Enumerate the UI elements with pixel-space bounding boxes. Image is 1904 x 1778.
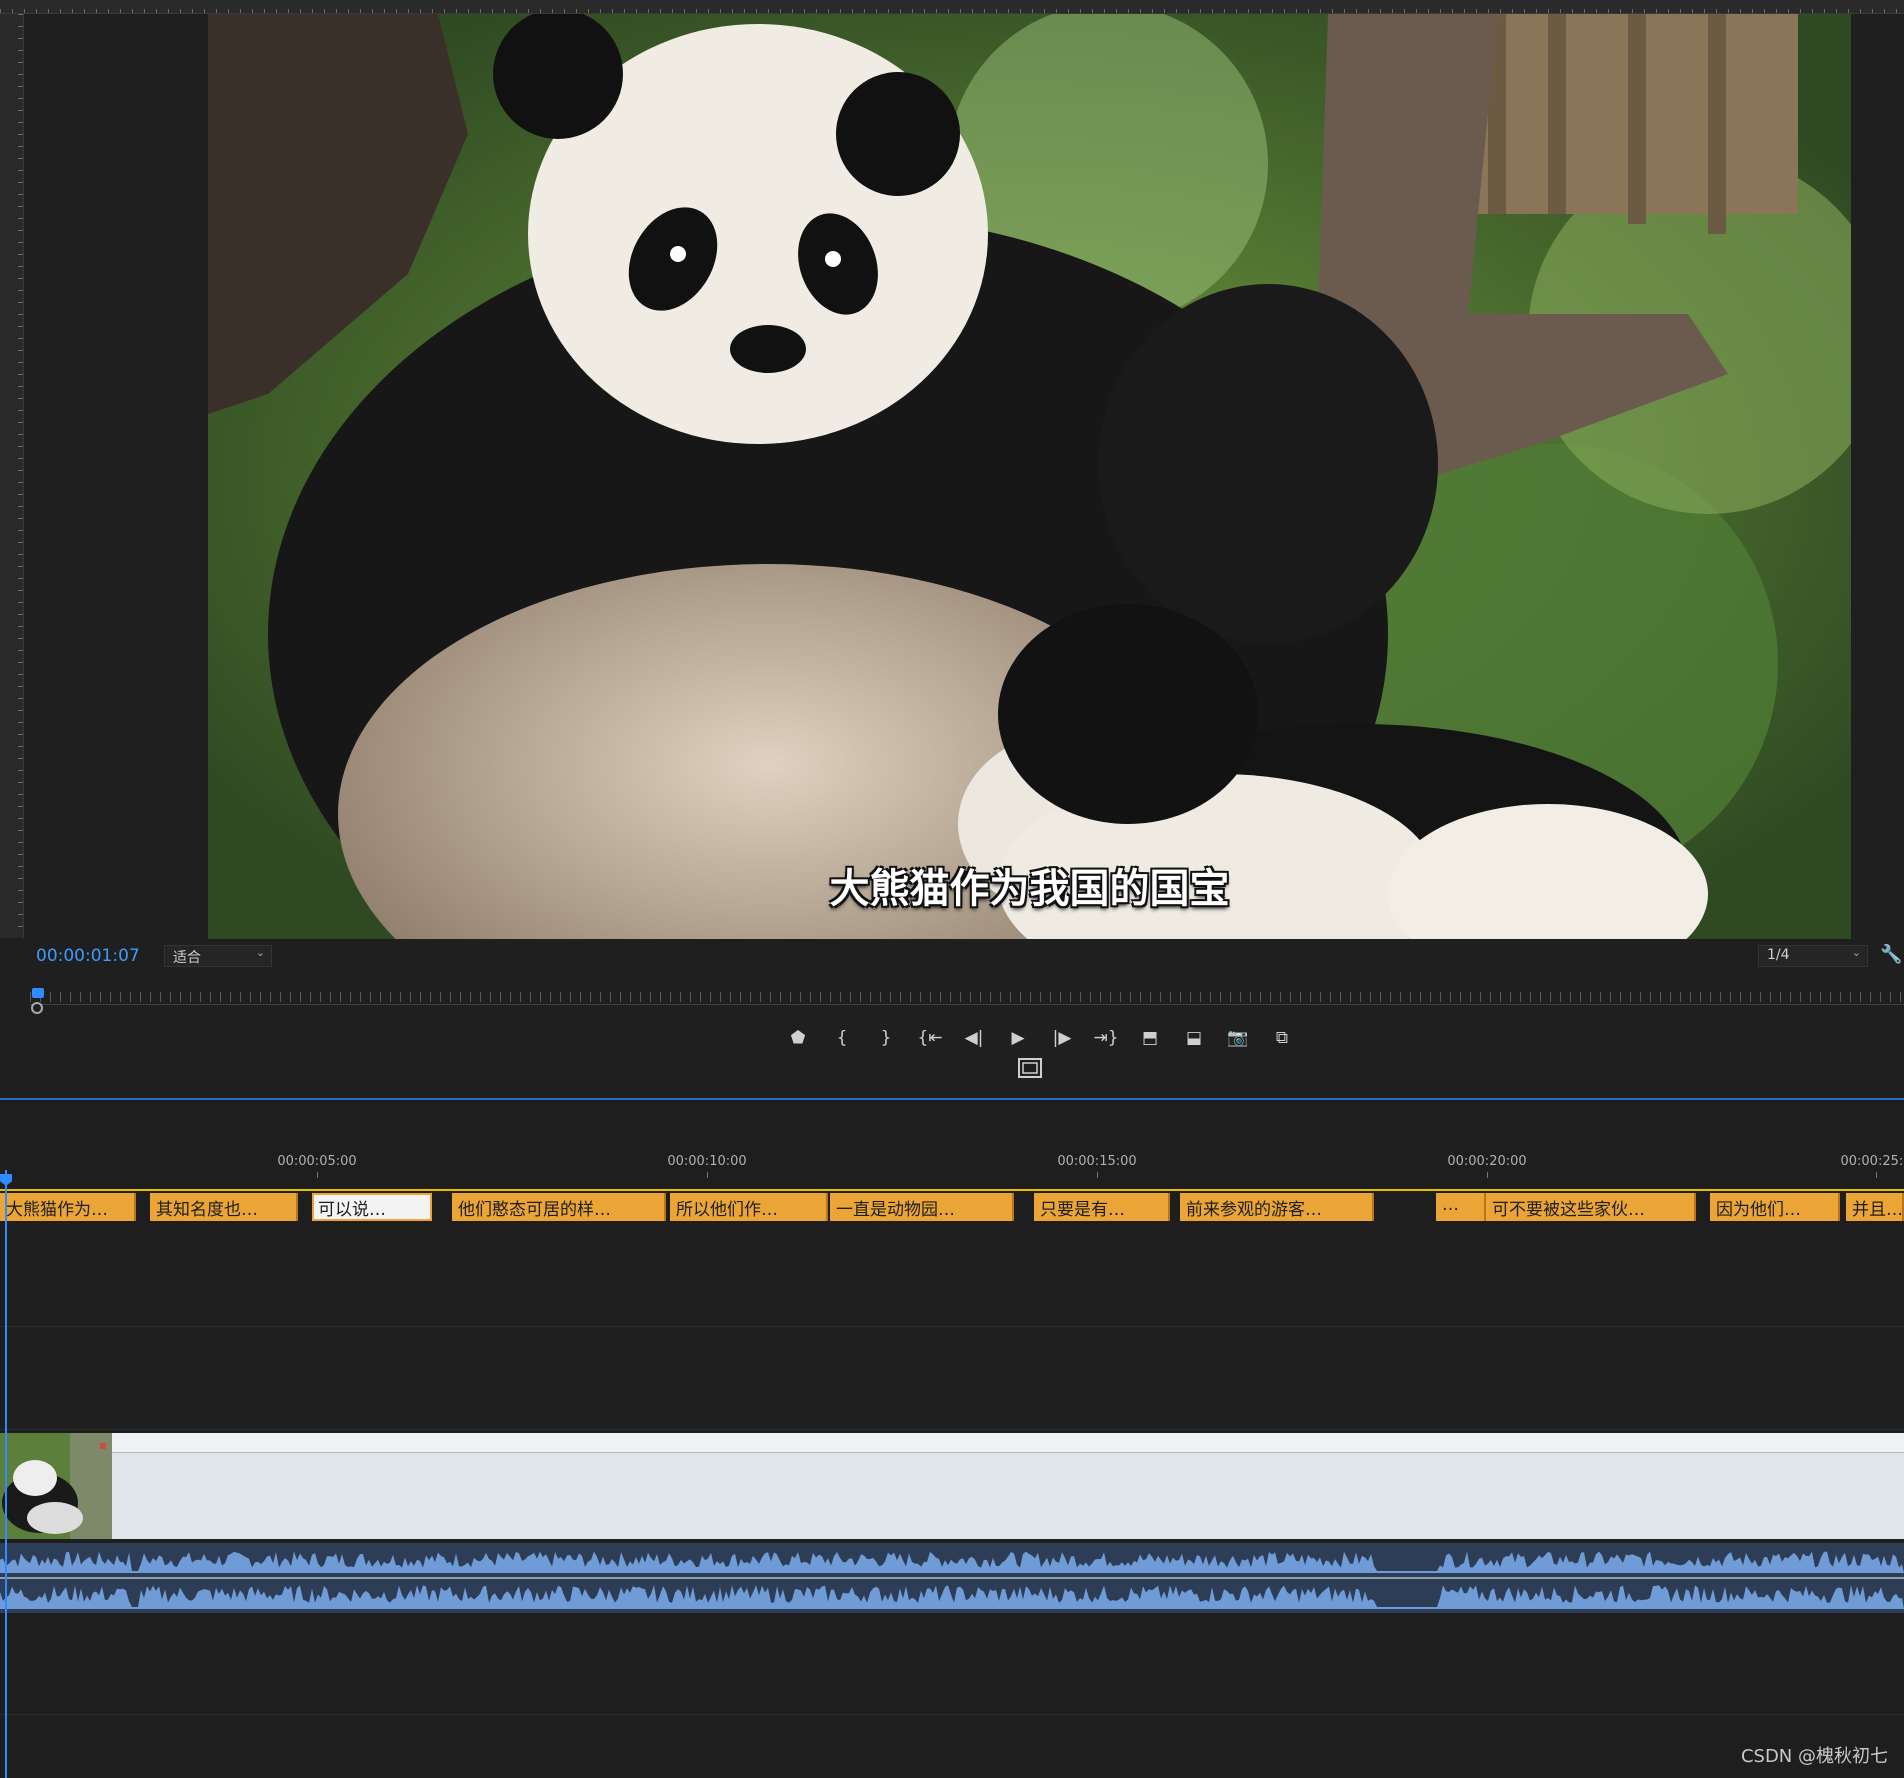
zoom-handle[interactable] bbox=[31, 1002, 43, 1014]
extract-icon: ⬓ bbox=[1185, 1028, 1203, 1048]
panda-thumbnail-image bbox=[0, 1433, 112, 1539]
safe-margins-button[interactable] bbox=[1018, 1058, 1044, 1080]
lift-button[interactable]: ⬒ bbox=[1132, 1023, 1168, 1053]
compare-view-button[interactable]: ⧉ bbox=[1264, 1023, 1300, 1053]
ruler-time-label: 00:00:05:00 bbox=[277, 1154, 357, 1169]
caption-clip[interactable]: 其知名度也… bbox=[150, 1193, 298, 1221]
caption-clip[interactable]: 只要是有… bbox=[1034, 1193, 1170, 1221]
vertical-ruler bbox=[0, 14, 24, 938]
horizontal-ruler bbox=[0, 0, 1904, 14]
play-button[interactable]: ▶ bbox=[1000, 1023, 1036, 1053]
caption-clip[interactable]: 他们憨态可居的样… bbox=[452, 1193, 666, 1221]
caption-clip[interactable]: 可以说… bbox=[312, 1193, 432, 1221]
caption-clip[interactable]: 大熊猫作为… bbox=[0, 1193, 136, 1221]
program-monitor: 大熊猫作为我国的国宝 00:00:01:07 适合 ⌄ 1/4 ⌄ 🔧 ⬟ {} {… bbox=[0, 0, 1904, 1098]
waveform-channel bbox=[0, 1551, 1904, 1573]
watermark: CSDN @槐秋初七 bbox=[1740, 1746, 1888, 1767]
caption-track: 大熊猫作为… 其知名度也… 可以说… 他们憨态可居的样… 所以他们作… 一直是动物园… 只要… bbox=[0, 1189, 1904, 1223]
timeline-panel: 00:00:05:00 00:00:10:00 00:00:15:00 00:00:2… bbox=[0, 1100, 1904, 1778]
playback-resolution-select[interactable]: 1/4 ⌄ bbox=[1758, 945, 1868, 967]
mark-out-icon: } bbox=[880, 1028, 892, 1048]
ruler-time-label: 00:00:15:00 bbox=[1057, 1154, 1137, 1169]
scrub-playhead[interactable] bbox=[32, 988, 44, 998]
caption-clip[interactable]: 可不要被这些家伙… bbox=[1486, 1193, 1696, 1221]
playhead-timecode[interactable]: 00:00:01:07 bbox=[36, 946, 140, 966]
ruler-tick bbox=[707, 1172, 708, 1178]
go-to-out-icon: ⇥} bbox=[1093, 1028, 1119, 1048]
chevron-down-icon: ⌄ bbox=[255, 946, 265, 959]
ruler-tick bbox=[1097, 1172, 1098, 1178]
go-to-in-icon: {⇤ bbox=[917, 1028, 943, 1048]
step-back-icon: ◀| bbox=[964, 1028, 984, 1048]
play-icon: ▶ bbox=[1011, 1028, 1025, 1048]
playback-resolution-value: 1/4 bbox=[1767, 947, 1790, 963]
video-subtitle: 大熊猫作为我国的国宝 bbox=[829, 866, 1230, 912]
add-marker-icon: ⬟ bbox=[790, 1028, 806, 1048]
safe-margins-icon bbox=[1018, 1058, 1042, 1078]
video-clip-thumbnail bbox=[0, 1433, 112, 1539]
chevron-down-icon: ⌄ bbox=[1851, 946, 1861, 959]
zoom-level-value: 适合 bbox=[173, 950, 201, 966]
wrench-icon[interactable]: 🔧 bbox=[1880, 944, 1902, 965]
step-forward-button[interactable]: |▶ bbox=[1044, 1023, 1080, 1053]
ruler-time-label: 00:00:20:00 bbox=[1447, 1154, 1527, 1169]
panda-frame-image bbox=[208, 14, 1851, 939]
monitor-scrub-bar[interactable] bbox=[30, 988, 1904, 1014]
mark-in-icon: { bbox=[836, 1028, 848, 1048]
extract-button[interactable]: ⬓ bbox=[1176, 1023, 1212, 1053]
go-to-in-button[interactable]: {⇤ bbox=[912, 1023, 948, 1053]
go-to-out-button[interactable]: ⇥} bbox=[1088, 1023, 1124, 1053]
ruler-tick bbox=[1876, 1172, 1877, 1178]
video-preview[interactable]: 大熊猫作为我国的国宝 bbox=[208, 14, 1851, 939]
zoom-level-select[interactable]: 适合 ⌄ bbox=[164, 945, 272, 967]
mark-out-button[interactable]: } bbox=[868, 1023, 904, 1053]
lift-icon: ⬒ bbox=[1141, 1028, 1159, 1048]
ruler-tick bbox=[317, 1172, 318, 1178]
caption-clip[interactable]: 并且… bbox=[1846, 1193, 1904, 1221]
scrub-line bbox=[30, 1004, 1904, 1005]
audio-clip[interactable] bbox=[0, 1543, 1904, 1613]
audio-track-empty-a2 bbox=[0, 1615, 1904, 1715]
step-forward-icon: |▶ bbox=[1052, 1028, 1072, 1048]
scrub-ticks bbox=[30, 992, 1904, 1002]
caption-clip[interactable]: 因为他们… bbox=[1710, 1193, 1840, 1221]
waveform-channel bbox=[0, 1585, 1904, 1609]
ruler-time-label: 00:00:10:00 bbox=[667, 1154, 747, 1169]
time-ruler[interactable]: 00:00:05:00 00:00:10:00 00:00:15:00 00:00:2… bbox=[0, 1148, 1904, 1178]
add-marker-button[interactable]: ⬟ bbox=[780, 1023, 816, 1053]
video-track-empty-v3 bbox=[0, 1225, 1904, 1327]
ruler-tick bbox=[1487, 1172, 1488, 1178]
compare-view-icon: ⧉ bbox=[1275, 1028, 1289, 1048]
export-frame-button[interactable]: 📷 bbox=[1220, 1023, 1256, 1053]
caption-clip[interactable]: 所以他们作… bbox=[670, 1193, 828, 1221]
caption-clip[interactable]: 一直是动物园… bbox=[830, 1193, 1014, 1221]
mark-in-button[interactable]: { bbox=[824, 1023, 860, 1053]
monitor-controls-bar: 00:00:01:07 适合 ⌄ 1/4 ⌄ 🔧 bbox=[0, 940, 1904, 972]
video-clip[interactable] bbox=[0, 1433, 1904, 1539]
export-frame-icon: 📷 bbox=[1227, 1028, 1249, 1048]
audio-channel-divider bbox=[0, 1577, 1904, 1579]
timeline-playhead[interactable] bbox=[5, 1170, 7, 1778]
ruler-time-label: 00:00:25:0 bbox=[1840, 1154, 1904, 1169]
caption-clip[interactable]: 前来参观的游客… bbox=[1180, 1193, 1374, 1221]
video-clip-header bbox=[0, 1433, 1904, 1453]
step-back-button[interactable]: ◀| bbox=[956, 1023, 992, 1053]
caption-clip[interactable]: … bbox=[1436, 1193, 1486, 1221]
video-track-empty-v2 bbox=[0, 1328, 1904, 1430]
transport-controls: ⬟ {} {⇤ ◀| ▶ |▶ ⇥} ⬒ ⬓ 📷 ⧉ bbox=[780, 1020, 1340, 1056]
